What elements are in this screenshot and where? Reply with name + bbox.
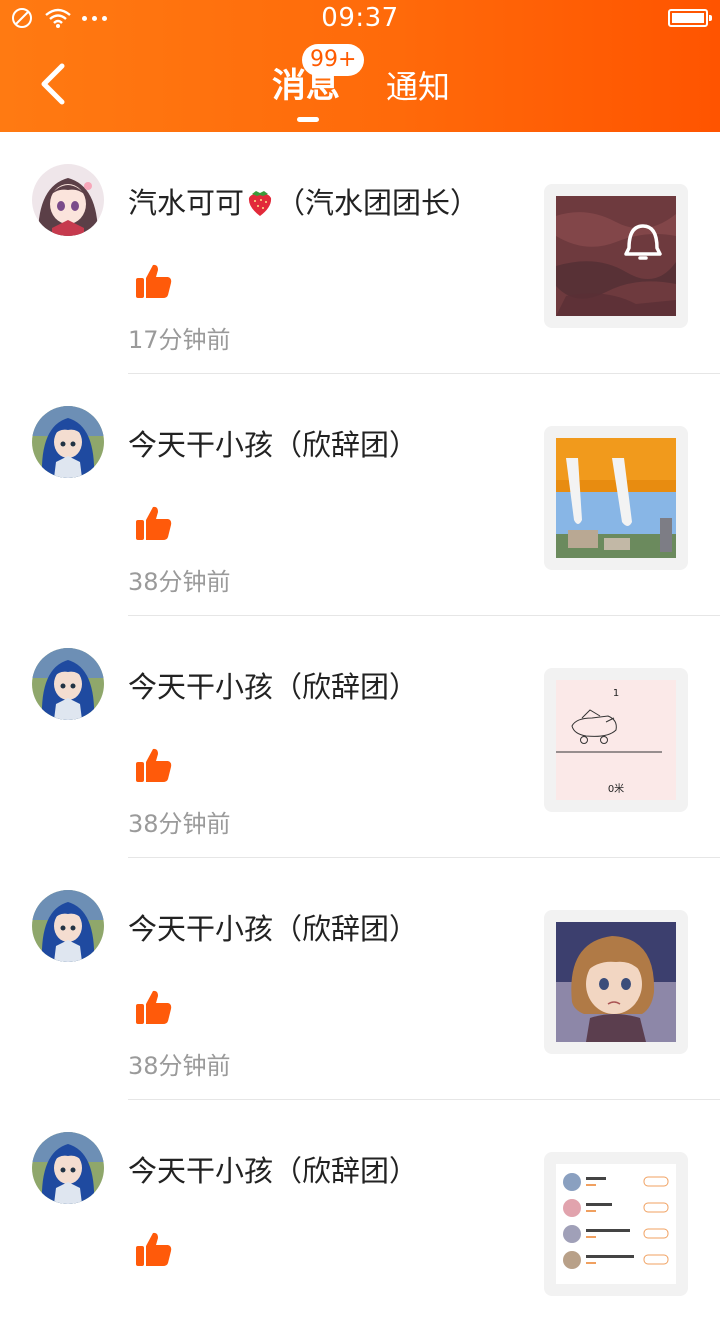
unread-badge: 99+: [302, 44, 365, 76]
back-arrow-icon[interactable]: [34, 60, 74, 108]
timestamp: 38分钟前: [128, 568, 231, 596]
status-bar: 09:37: [0, 0, 720, 36]
bell-picture: [556, 196, 676, 316]
post-thumbnail[interactable]: 1 0米: [544, 668, 688, 812]
sender-name: 汽水可可 （汽水团团长）: [128, 186, 480, 220]
active-tab-indicator: [297, 117, 319, 122]
list-item[interactable]: 汽水可可 （汽水团团长） 17分钟前: [0, 132, 720, 374]
strawberry-emoji: [248, 191, 272, 216]
avatar[interactable]: [32, 648, 104, 720]
post-thumbnail[interactable]: [544, 184, 688, 328]
sketch-bottom-label: 0米: [608, 782, 624, 795]
timestamp: 17分钟前: [128, 326, 231, 354]
header: 09:37 消息 99+ 通知: [0, 0, 720, 132]
post-thumbnail[interactable]: [544, 1152, 688, 1296]
sender-name: 今天干小孩（欣辞团）: [128, 912, 419, 946]
user-list-picture: [556, 1164, 676, 1284]
sketch-picture: 1 0米: [556, 680, 676, 800]
post-thumbnail[interactable]: [544, 426, 688, 570]
avatar[interactable]: [32, 1132, 104, 1204]
anime-face-picture: [556, 922, 676, 1042]
list-item[interactable]: 今天干小孩（欣辞团） 38分钟前: [0, 858, 720, 1100]
list-item[interactable]: 今天干小孩（欣辞团） 38分钟前: [0, 374, 720, 616]
post-thumbnail[interactable]: [544, 910, 688, 1054]
list-item[interactable]: 今天干小孩（欣辞团）: [0, 1100, 720, 1342]
avatar[interactable]: [32, 890, 104, 962]
thumbs-up-icon: [136, 990, 172, 1024]
avatar[interactable]: [32, 164, 104, 236]
timestamp: 38分钟前: [128, 1052, 231, 1080]
thumbs-up-icon: [136, 506, 172, 540]
list-item[interactable]: 今天干小孩（欣辞团） 38分钟前 1 0米: [0, 616, 720, 858]
thumbs-up-icon: [136, 264, 172, 298]
timestamp: 38分钟前: [128, 810, 231, 838]
sketch-top-label: 1: [613, 688, 619, 699]
game-scene-picture: [556, 438, 676, 558]
avatar[interactable]: [32, 406, 104, 478]
tab-notifications[interactable]: 通知: [386, 62, 450, 108]
thumbs-up-icon: [136, 748, 172, 782]
sender-name: 今天干小孩（欣辞团）: [128, 1154, 419, 1188]
sender-name: 今天干小孩（欣辞团）: [128, 670, 419, 704]
sender-name: 今天干小孩（欣辞团）: [128, 428, 419, 462]
status-time: 09:37: [321, 3, 399, 33]
message-list: 汽水可可 （汽水团团长） 17分钟前 今天干小孩（欣辞团） 38分钟前 今天干小…: [0, 132, 720, 1342]
battery-icon: [668, 9, 712, 27]
thumbs-up-icon: [136, 1232, 172, 1266]
